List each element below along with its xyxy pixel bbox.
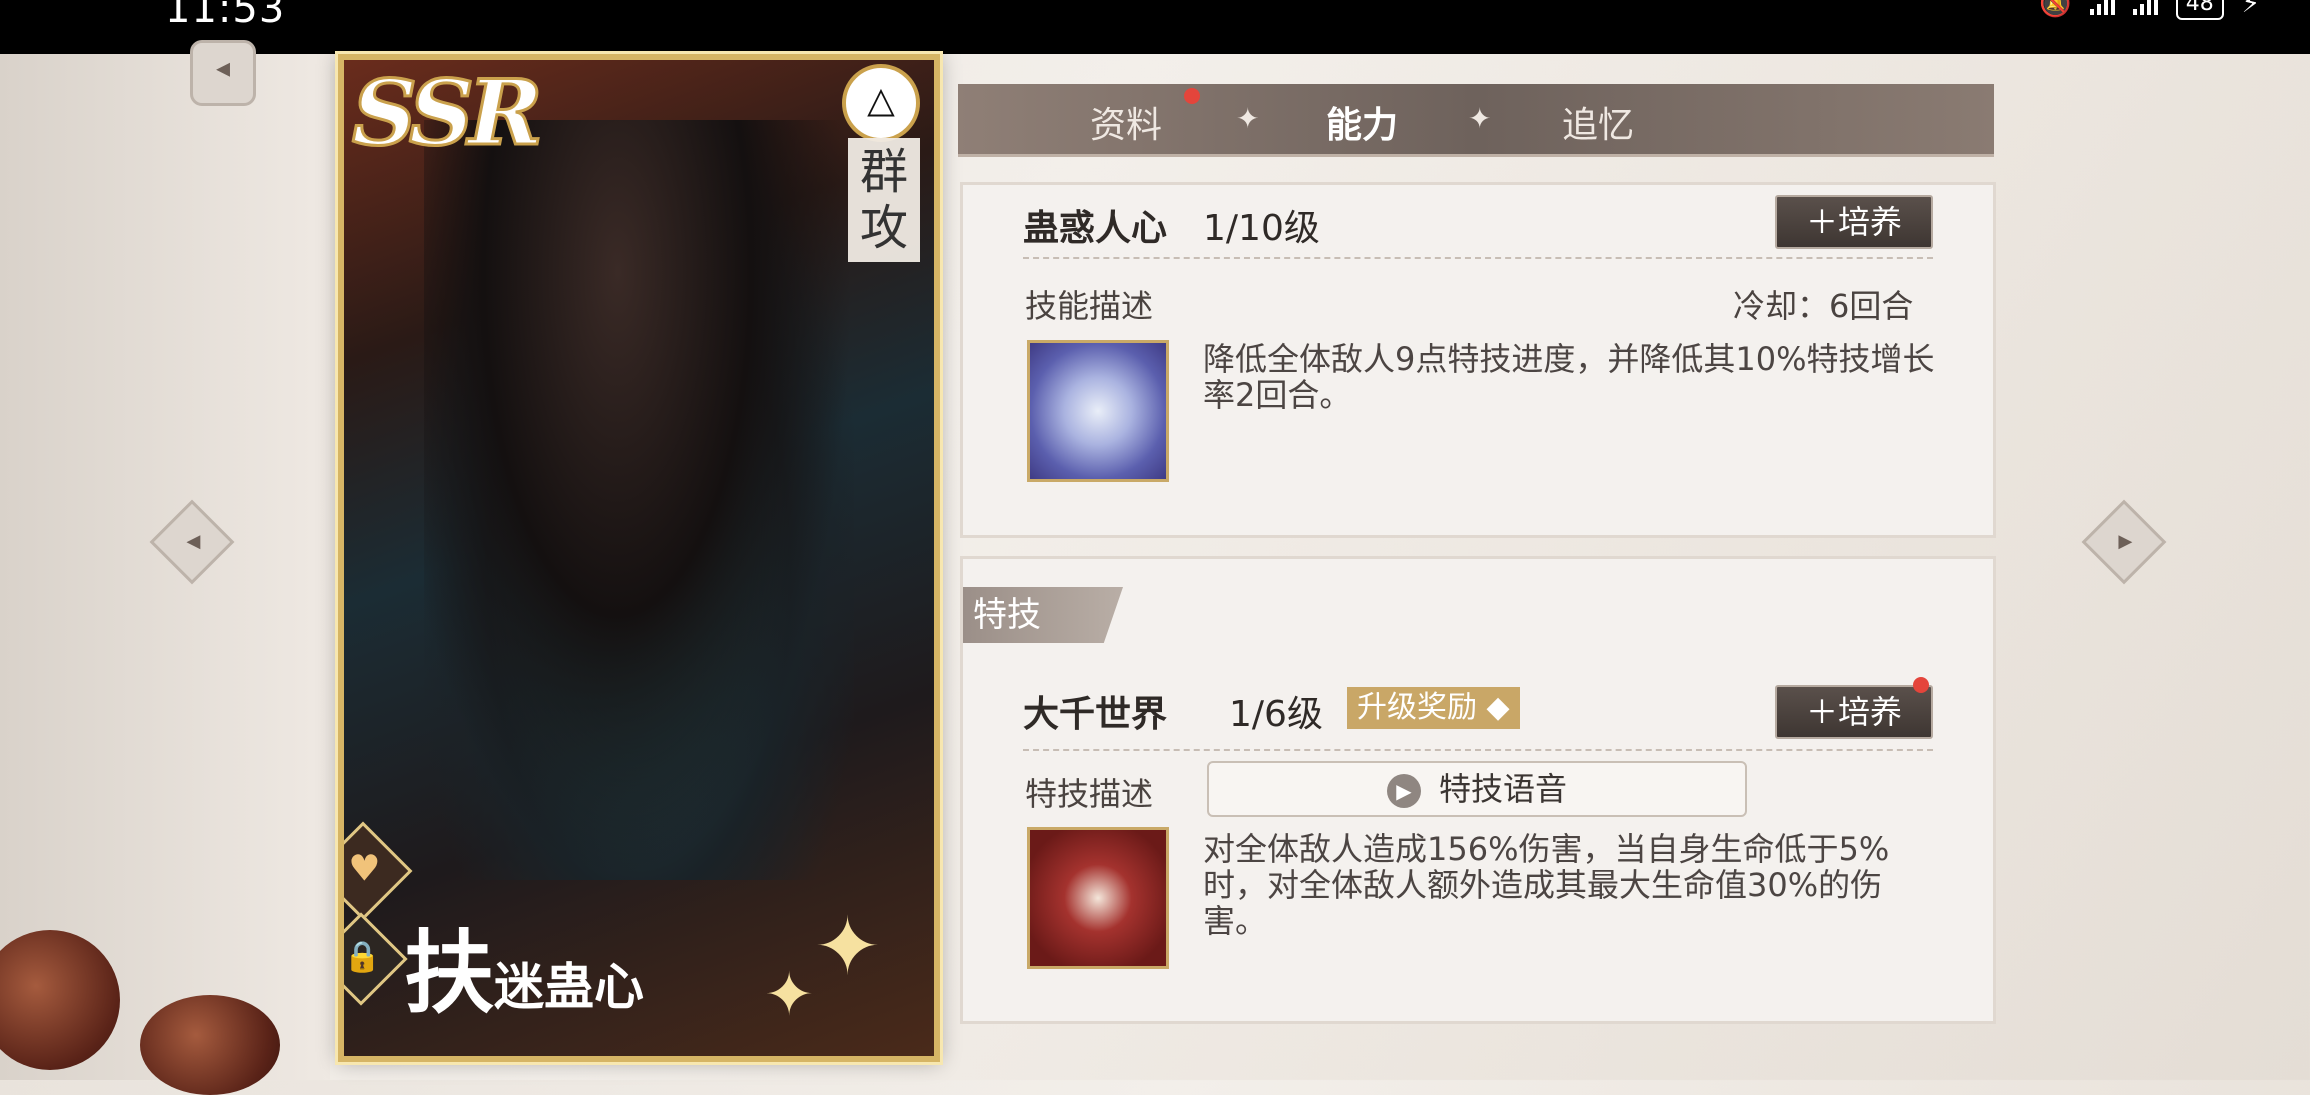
special-level: 1/6级	[1229, 694, 1323, 735]
background-left	[0, 54, 330, 1080]
skill-panel: 蛊惑人心 1/10级 ＋培养 技能描述 冷却：6回合 降低全体敌人9点特技进度，…	[960, 182, 1996, 538]
tab-ability[interactable]: 能力	[1326, 96, 1398, 148]
attack-type-icon: △	[842, 64, 920, 142]
lock-icon: 🔒	[343, 939, 382, 975]
mute-icon: 🔕	[2039, 0, 2072, 19]
card-name: 扶迷蛊心	[404, 900, 644, 1030]
back-button[interactable]: ◂	[190, 40, 256, 106]
skill-desc-label: 技能描述	[1025, 287, 1154, 325]
special-desc-label: 特技描述	[1025, 775, 1154, 813]
status-icons: 🔕 48 ⚡	[2039, 0, 2260, 20]
help-icon: ◆	[1486, 690, 1510, 725]
special-skill-panel: 特技 大千世界 1/6级 升级奖励 ◆ ＋培养 特技描述 ▶ 特技语音 对全体敌人…	[960, 556, 1996, 1024]
rose-decoration	[140, 995, 280, 1095]
skill-name: 蛊惑人心	[1023, 208, 1168, 249]
signal-icon	[2089, 0, 2115, 15]
battery-icon: 48	[2175, 0, 2224, 20]
notification-dot	[1184, 88, 1200, 104]
charging-icon: ⚡	[2241, 0, 2260, 19]
upgrade-reward-label: 升级奖励	[1357, 690, 1477, 725]
status-bar: 11:53 🔕 48 ⚡	[0, 0, 2310, 54]
sparkle-icon: ✦	[814, 900, 882, 993]
arrow-right-icon: ▸	[2118, 523, 2133, 557]
card-name-small: 迷蛊心	[494, 957, 644, 1016]
tab-separator-icon: ✦	[1236, 102, 1260, 135]
divider	[1023, 257, 1933, 259]
skill-description: 降低全体敌人9点特技进度，并降低其10%特技增长率2回合。	[1203, 340, 1935, 414]
skill-level: 1/10级	[1203, 208, 1320, 249]
character-card[interactable]: SSR △ 群攻 ♥ 🔒 扶迷蛊心 ✦ ✦	[338, 54, 940, 1062]
tab-memory[interactable]: 追忆	[1562, 96, 1634, 148]
lock-button[interactable]: 🔒	[343, 912, 408, 1006]
sparkle-icon: ✦	[764, 960, 815, 1030]
status-time: 11:53	[165, 0, 286, 32]
favorite-button[interactable]: ♥	[344, 821, 413, 921]
special-tag: 特技	[963, 587, 1123, 643]
skill-grow-button[interactable]: ＋培养	[1775, 195, 1933, 249]
attack-type-label: 群攻	[848, 138, 920, 262]
divider	[1023, 749, 1933, 751]
upgrade-reward-button[interactable]: 升级奖励 ◆	[1347, 687, 1520, 729]
arrow-left-icon: ◂	[186, 523, 201, 557]
special-grow-label: 培养	[1838, 693, 1903, 731]
heart-icon: ♥	[348, 848, 381, 890]
play-icon: ▶	[1386, 774, 1421, 808]
character-art	[424, 120, 854, 880]
next-character-arrow[interactable]: ▸	[2081, 499, 2167, 585]
special-description: 对全体敌人造成156%伤害，当自身生命低于5%时，对全体敌人额外造成其最大生命值…	[1203, 830, 1890, 940]
special-grow-button[interactable]: ＋培养	[1775, 685, 1933, 739]
signal-icon-2	[2132, 0, 2158, 15]
special-voice-button[interactable]: ▶ 特技语音	[1207, 761, 1747, 817]
card-name-big: 扶	[404, 920, 494, 1026]
special-name: 大千世界	[1023, 694, 1168, 735]
skill-grow-label: 培养	[1838, 203, 1903, 241]
rarity-label: SSR	[351, 60, 545, 168]
tab-separator-icon: ✦	[1468, 102, 1492, 135]
special-voice-label: 特技语音	[1438, 770, 1567, 808]
special-icon[interactable]	[1027, 827, 1169, 969]
tab-profile[interactable]: 资料	[1090, 96, 1162, 148]
skill-cooldown: 冷却：6回合	[1733, 287, 1914, 325]
notification-dot	[1913, 677, 1929, 693]
skill-icon[interactable]	[1027, 340, 1169, 482]
back-icon: ◂	[215, 51, 231, 84]
tab-bar: 资料 ✦ 能力 ✦ 追忆	[958, 84, 1994, 157]
